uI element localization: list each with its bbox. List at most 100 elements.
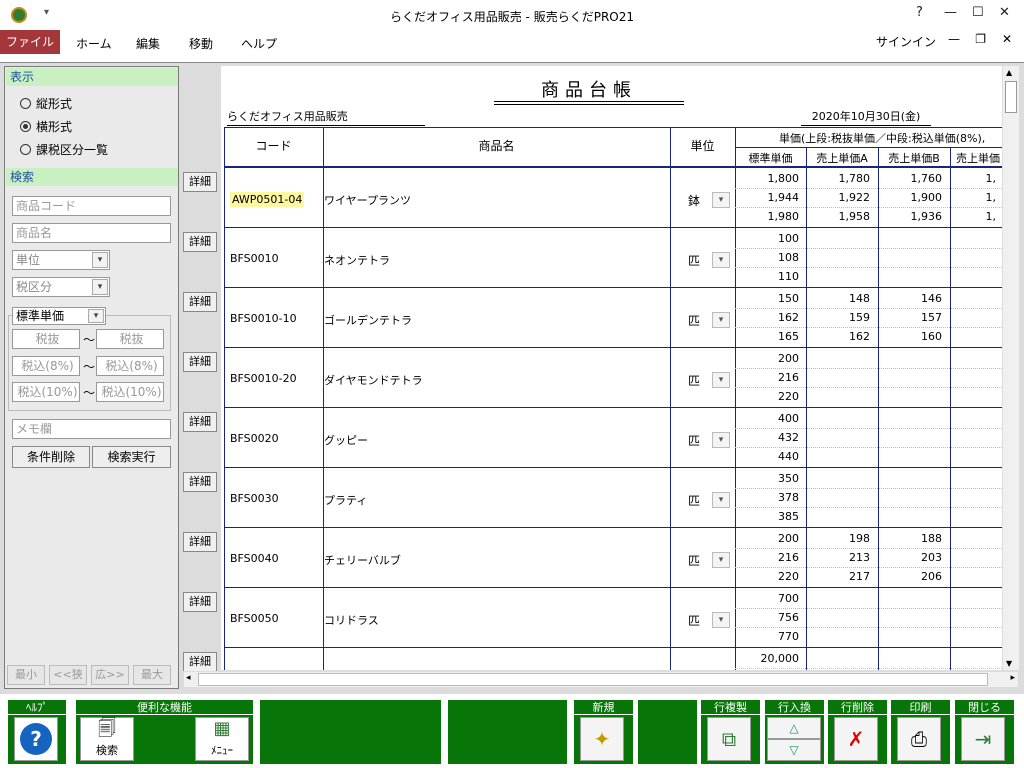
price-b: 206 — [921, 570, 942, 583]
header-bottom-line — [224, 166, 1002, 168]
product-name-input[interactable]: 商品名 — [12, 223, 171, 243]
row-down-button[interactable]: ▽ — [767, 739, 821, 761]
execute-search-button[interactable]: 検索実行 — [92, 446, 171, 468]
row-line — [224, 587, 1002, 588]
price-c: 1, — [985, 172, 997, 185]
price-b: 146 — [921, 292, 942, 305]
tab-file[interactable]: ファイル — [0, 30, 60, 54]
chevron-down-icon[interactable]: ▾ — [712, 312, 730, 328]
col-line — [950, 147, 951, 670]
product-code: BFS0010 — [230, 252, 279, 265]
detail-button[interactable]: 詳細 — [183, 592, 217, 612]
detail-button[interactable]: 詳細 — [183, 232, 217, 252]
chevron-down-icon[interactable]: ▾ — [712, 192, 730, 208]
tab-home[interactable]: ホーム — [76, 35, 112, 52]
detail-button[interactable]: 詳細 — [183, 532, 217, 552]
tax-excl-max-input[interactable]: 税抜 — [96, 329, 164, 349]
print-button[interactable]: ⎙ — [897, 717, 941, 761]
price-std: 216 — [778, 551, 799, 564]
delete-group: 行削除 ✗ — [828, 700, 887, 764]
product-code: BFS0010-20 — [230, 372, 297, 385]
ribbon-minimize-button[interactable]: — — [948, 32, 960, 46]
chevron-down-icon[interactable]: ▾ — [712, 372, 730, 388]
title-underline — [494, 104, 684, 105]
empty-group — [260, 700, 441, 764]
price-type-select[interactable]: 標準単価 ▾ — [12, 307, 106, 325]
sign-in-link[interactable]: サインイン — [876, 33, 936, 50]
copy-row-icon: ⧉ — [721, 727, 737, 751]
detail-button[interactable]: 詳細 — [183, 292, 217, 312]
price-a: 198 — [849, 532, 870, 545]
clear-conditions-button[interactable]: 条件削除 — [12, 446, 90, 468]
detail-button[interactable]: 詳細 — [183, 412, 217, 432]
memo-input[interactable]: メモ欄 — [12, 419, 171, 439]
menu-button[interactable]: ▦ ﾒﾆｭｰ — [195, 717, 249, 761]
copy-group-label: 行複製 — [701, 700, 760, 715]
radio-vertical[interactable]: 縦形式 — [20, 95, 72, 112]
tab-edit[interactable]: 編集 — [136, 35, 160, 52]
ribbon-restore-button[interactable]: ❐ — [975, 32, 986, 46]
header-code: コード — [255, 139, 292, 153]
tax10-min-input[interactable]: 税込(10%) — [12, 382, 80, 402]
detail-button[interactable]: 詳細 — [183, 172, 217, 192]
price-std: 200 — [778, 532, 799, 545]
horizontal-scrollbar[interactable]: ◂ ▸ — [183, 671, 1019, 688]
vertical-scrollbar[interactable]: ▲ ▼ — [1002, 66, 1019, 670]
tax-category-select[interactable]: 税区分 ▾ — [12, 277, 110, 297]
product-code-input[interactable]: 商品コード — [12, 196, 171, 216]
nav-max-button[interactable]: 最大 — [133, 665, 171, 685]
new-group: 新規 ✦ — [574, 700, 633, 764]
ribbon-close-button[interactable]: ✕ — [1002, 32, 1012, 46]
chevron-down-icon[interactable]: ▾ — [712, 492, 730, 508]
scroll-thumb[interactable] — [1005, 81, 1017, 113]
chevron-down-icon[interactable]: ▾ — [712, 552, 730, 568]
radio-horizontal[interactable]: 横形式 — [20, 118, 72, 135]
help-button[interactable]: ? — [14, 717, 58, 761]
copy-row-button[interactable]: ⧉ — [707, 717, 751, 761]
unit-select[interactable]: 単位 ▾ — [12, 250, 110, 270]
chevron-down-icon[interactable]: ▾ — [712, 612, 730, 628]
nav-narrow-button[interactable]: <<狭 — [49, 665, 87, 685]
row-divider — [735, 308, 1002, 309]
detail-button[interactable]: 詳細 — [183, 472, 217, 492]
minimize-button[interactable]: — — [944, 5, 957, 20]
tax8-max-input[interactable]: 税込(8%) — [96, 356, 164, 376]
nav-wide-button[interactable]: 広>> — [91, 665, 129, 685]
detail-button[interactable]: 詳細 — [183, 352, 217, 372]
radio-tax-list[interactable]: 課税区分一覧 — [20, 141, 108, 158]
price-c: 1, — [985, 191, 997, 204]
search-icon: 🗐 — [98, 718, 116, 739]
close-form-button[interactable]: ⇥ — [961, 717, 1005, 761]
question-icon: ? — [20, 723, 52, 755]
help-icon[interactable]: ? — [916, 5, 923, 20]
nav-min-button[interactable]: 最小 — [7, 665, 45, 685]
arrow-up-icon: △ — [789, 721, 799, 735]
delete-row-button[interactable]: ✗ — [834, 717, 878, 761]
hscroll-thumb[interactable] — [198, 673, 988, 686]
new-button[interactable]: ✦ — [580, 717, 624, 761]
product-code[interactable]: AWP0501-04 — [230, 192, 305, 207]
search-button[interactable]: 🗐 検索 — [80, 717, 134, 761]
product-unit: 鉢 — [688, 194, 701, 208]
tax8-min-input[interactable]: 税込(8%) — [12, 356, 80, 376]
price-std: 1,980 — [767, 210, 800, 223]
row-up-button[interactable]: △ — [767, 717, 821, 739]
tax-excl-min-input[interactable]: 税抜 — [12, 329, 80, 349]
header-std-price: 標準単価 — [748, 152, 793, 165]
chevron-down-icon[interactable]: ▾ — [712, 432, 730, 448]
tax10-max-input[interactable]: 税込(10%) — [96, 382, 164, 402]
detail-button[interactable]: 詳細 — [183, 652, 217, 672]
empty-group — [638, 700, 697, 764]
help-group-label: ﾍﾙﾌﾟ — [8, 700, 66, 715]
close-button[interactable]: ✕ — [999, 5, 1010, 20]
product-unit: 匹 — [688, 614, 701, 628]
chevron-down-icon[interactable]: ▾ — [712, 252, 730, 268]
tab-help[interactable]: ヘルプ — [241, 35, 277, 52]
chevron-down-icon: ▾ — [88, 309, 104, 323]
tab-move[interactable]: 移動 — [189, 35, 213, 52]
price-std: 200 — [778, 352, 799, 365]
delete-row-icon: ✗ — [847, 727, 865, 751]
maximize-button[interactable]: ☐ — [972, 5, 984, 20]
row-divider — [735, 387, 1002, 388]
row-divider — [735, 608, 1002, 609]
